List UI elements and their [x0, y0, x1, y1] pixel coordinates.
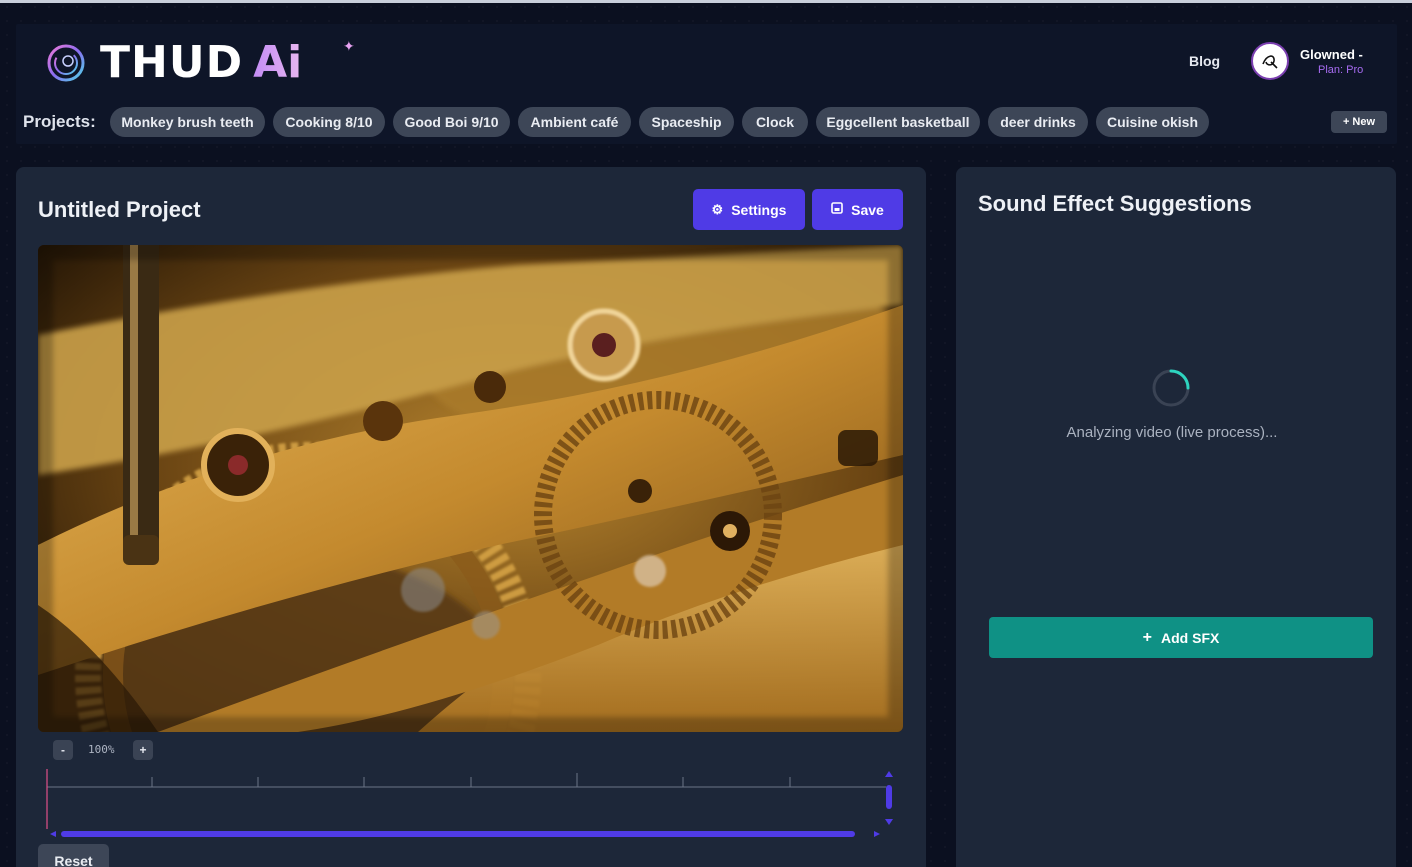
project-chip[interactable]: Eggcellent basketball — [816, 107, 980, 137]
scroll-left-icon[interactable] — [50, 831, 56, 837]
project-chip[interactable]: Monkey brush teeth — [110, 107, 265, 137]
logo-ai-mark: Ai — [253, 37, 303, 88]
loading-spinner-icon — [1152, 369, 1190, 407]
app-header: THUD Ai ✦ Blog Glowned - Plan: Pro Proje… — [16, 24, 1397, 144]
add-sfx-label: Add SFX — [1161, 629, 1220, 646]
save-button[interactable]: Save — [812, 189, 903, 230]
project-chip[interactable]: deer drinks — [988, 107, 1088, 137]
nav-blog-link[interactable]: Blog — [1189, 53, 1220, 69]
sfx-panel: Sound Effect Suggestions Analyzing video… — [956, 167, 1396, 867]
reset-button[interactable]: Reset — [38, 844, 109, 867]
sfx-title: Sound Effect Suggestions — [978, 191, 1252, 216]
avatar-glyph-icon — [1262, 55, 1278, 69]
project-chip[interactable]: Ambient café — [518, 107, 631, 137]
project-chip[interactable]: Cuisine okish — [1096, 107, 1209, 137]
logo[interactable]: THUD Ai — [44, 38, 302, 88]
projects-label: Projects: — [23, 112, 96, 131]
horizontal-scrollbar[interactable] — [61, 831, 855, 837]
window-top-border — [0, 0, 1412, 3]
timeline[interactable] — [44, 765, 904, 845]
trim-handle[interactable] — [886, 785, 892, 809]
clock-gears-image — [38, 245, 903, 732]
zoom-level: 100% — [88, 743, 115, 756]
logo-wordmark: THUD — [100, 37, 244, 88]
ruler-ticks — [151, 773, 791, 787]
project-chip[interactable]: Cooking 8/10 — [273, 107, 385, 137]
gear-icon: ⚙ — [711, 201, 724, 217]
scroll-right-icon[interactable] — [874, 831, 880, 837]
projects-bar: Projects: Monkey brush teeth Cooking 8/1… — [16, 106, 1397, 138]
scroll-up-icon[interactable] — [885, 771, 893, 777]
plus-icon: + — [1142, 628, 1152, 646]
settings-label: Settings — [731, 201, 787, 218]
save-icon — [831, 202, 843, 217]
project-chip[interactable]: Spaceship — [639, 107, 734, 137]
project-title[interactable]: Untitled Project — [38, 197, 201, 223]
zoom-out-button[interactable]: - — [53, 740, 73, 760]
zoom-in-button[interactable]: + — [133, 740, 153, 760]
scroll-down-icon[interactable] — [885, 819, 893, 825]
project-chip[interactable]: Good Boi 9/10 — [393, 107, 510, 137]
settings-button[interactable]: ⚙ Settings — [693, 189, 805, 230]
add-sfx-button[interactable]: + Add SFX — [989, 617, 1373, 658]
avatar[interactable] — [1251, 42, 1289, 80]
project-chip[interactable]: Clock — [742, 107, 808, 137]
new-project-button[interactable]: + New — [1331, 111, 1387, 133]
logo-swirl-icon — [47, 44, 85, 82]
user-name[interactable]: Glowned - — [1300, 47, 1363, 62]
editor-panel: Untitled Project ⚙ Settings Save - 100% … — [16, 167, 926, 867]
analyzing-status: Analyzing video (live process)... — [1066, 424, 1278, 441]
video-preview[interactable] — [38, 245, 903, 732]
save-label: Save — [851, 201, 884, 218]
sparkle-icon: ✦ — [343, 38, 355, 54]
user-plan: Plan: Pro — [1318, 64, 1364, 76]
